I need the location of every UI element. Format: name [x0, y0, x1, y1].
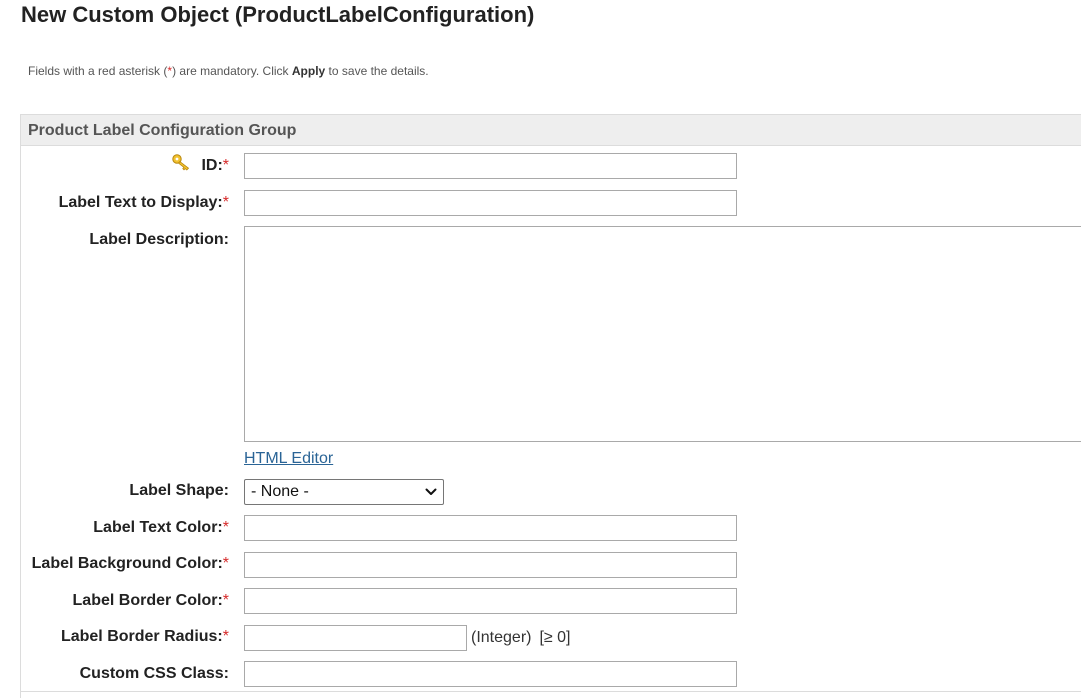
id-label-text: ID: — [201, 157, 223, 174]
custom-css-class-label: Custom CSS Class: — [80, 665, 229, 683]
label-shape-selected-value: - None - — [251, 483, 309, 500]
label-text-color-required-asterisk: * — [222, 519, 229, 536]
group-header: Product Label Configuration Group — [21, 115, 1081, 146]
label-text-color-label-text: Label Text Color: — [93, 519, 223, 536]
chevron-down-icon — [425, 488, 437, 495]
label-background-color-required-asterisk: * — [222, 555, 229, 572]
info-middle: ) are mandatory. Click — [172, 64, 292, 78]
custom-css-class-label-text: Custom CSS Class: — [79, 665, 229, 682]
label-border-color-label-text: Label Border Color: — [72, 592, 223, 609]
key-icon — [172, 154, 190, 171]
label-description-label-text: Label Description: — [89, 231, 229, 248]
id-required-asterisk: * — [222, 157, 229, 174]
label-description-textarea[interactable] — [244, 226, 1081, 442]
group-divider — [20, 691, 1081, 692]
page-title: New Custom Object (ProductLabelConfigura… — [21, 2, 535, 27]
label-border-radius-required-asterisk: * — [222, 628, 229, 645]
custom-css-class-input[interactable] — [244, 661, 737, 687]
range-hint: [≥ 0] — [539, 629, 571, 646]
label-border-radius-hint: (Integer) [≥ 0] — [471, 629, 570, 647]
label-text-label-text: Label Text to Display: — [58, 194, 223, 211]
label-text-input[interactable] — [244, 190, 737, 216]
label-text-color-input[interactable] — [244, 515, 737, 541]
label-border-color-input[interactable] — [244, 588, 737, 614]
integer-type-hint: (Integer) — [471, 629, 532, 646]
label-background-color-label: Label Background Color:* — [32, 555, 229, 573]
info-prefix: Fields with a red asterisk ( — [28, 64, 168, 78]
label-border-radius-label-text: Label Border Radius: — [60, 628, 223, 645]
label-border-radius-label: Label Border Radius:* — [61, 628, 229, 646]
page: New Custom Object (ProductLabelConfigura… — [0, 0, 1081, 698]
label-background-color-input[interactable] — [244, 552, 737, 578]
label-border-radius-input[interactable] — [244, 625, 467, 651]
label-text-color-label: Label Text Color:* — [93, 519, 229, 537]
label-shape-label: Label Shape: — [129, 482, 229, 500]
group-title: Product Label Configuration Group — [28, 122, 297, 139]
info-suffix: to save the details. — [325, 64, 429, 78]
mandatory-info-text: Fields with a red asterisk (*) are manda… — [28, 64, 429, 78]
label-text-required-asterisk: * — [222, 194, 229, 211]
label-text-label: Label Text to Display:* — [59, 194, 229, 212]
info-apply: Apply — [291, 64, 326, 78]
id-input[interactable] — [244, 153, 737, 179]
label-description-label: Label Description: — [89, 231, 229, 249]
label-border-color-required-asterisk: * — [222, 592, 229, 609]
label-background-color-label-text: Label Background Color: — [31, 555, 223, 572]
label-shape-select[interactable]: - None - — [244, 479, 444, 505]
label-border-color-label: Label Border Color:* — [73, 592, 229, 610]
label-shape-label-text: Label Shape: — [129, 482, 229, 499]
id-label: ID:* — [201, 157, 229, 175]
html-editor-link[interactable]: HTML Editor — [244, 450, 333, 468]
